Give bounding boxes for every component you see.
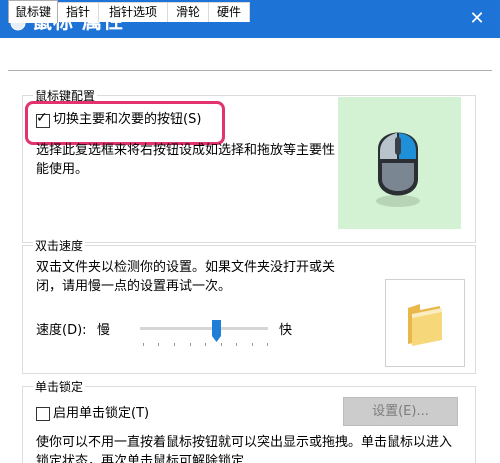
click-lock-description-line1: 使你可以不用一直按着鼠标按钮就可以突出显示或拖拽。单击鼠标以进入	[36, 435, 453, 450]
click-lock-settings-button[interactable]: 设置(E)...	[343, 397, 458, 426]
tab-pointer-options[interactable]: 指针选项	[98, 2, 168, 22]
tab-pointers[interactable]: 指针	[57, 2, 99, 22]
tab-wheel[interactable]: 滑轮	[167, 2, 209, 22]
slider-tick	[190, 343, 191, 346]
click-lock-checkbox[interactable]	[36, 407, 50, 421]
click-lock-description-line2: 锁定状态，再次单击鼠标可解除锁定	[36, 454, 245, 463]
double-click-description-line2: 闭，请用慢一点的设置再试一次。	[36, 279, 232, 294]
mouse-primary-right-icon	[376, 132, 420, 207]
slider-tick	[143, 343, 144, 346]
mouse-properties-window: 鼠标 属性 ✕ 鼠标键 指针 指针选项 滑轮 硬件 鼠标键配置 ✓ 切换主要和次…	[0, 0, 500, 463]
switch-buttons-description-line1: 选择此复选框来将右按钮设成如选择和拖放等主要性	[36, 143, 336, 158]
double-click-description-line1: 双击文件夹以检测你的设置。如果文件夹没打开或关	[36, 260, 336, 275]
fast-label: 快	[279, 323, 293, 338]
click-lock-title: 单击锁定	[33, 378, 86, 395]
switch-buttons-checkbox[interactable]: ✓	[36, 110, 50, 128]
speed-slider-thumb[interactable]	[212, 320, 222, 342]
tab-mouse-buttons[interactable]: 鼠标键	[8, 0, 58, 23]
mouse-preview-panel	[338, 97, 461, 229]
slow-label: 慢	[97, 323, 111, 338]
double-click-test-area[interactable]	[385, 279, 465, 367]
folder-icon	[408, 304, 442, 346]
checkmark-icon: ✓	[36, 110, 48, 126]
slider-tick	[267, 343, 268, 346]
switch-buttons-label[interactable]: 切换主要和次要的按钮(S)	[53, 110, 201, 129]
double-click-title: 双击速度	[33, 237, 86, 254]
slider-tick	[236, 343, 237, 346]
slider-tick	[205, 343, 206, 346]
switch-buttons-description-line2: 能使用。	[36, 162, 89, 177]
speed-label: 速度(D):	[36, 323, 87, 338]
slider-tick	[174, 343, 175, 346]
slider-tick	[252, 343, 253, 346]
tab-strip-divider	[8, 70, 492, 71]
slider-tick	[221, 343, 222, 346]
close-button[interactable]: ✕	[454, 0, 500, 38]
click-lock-label[interactable]: 启用单击锁定(T)	[53, 404, 149, 423]
tab-hardware[interactable]: 硬件	[208, 2, 250, 22]
speed-slider-track[interactable]	[140, 327, 268, 330]
slider-tick	[158, 343, 159, 346]
